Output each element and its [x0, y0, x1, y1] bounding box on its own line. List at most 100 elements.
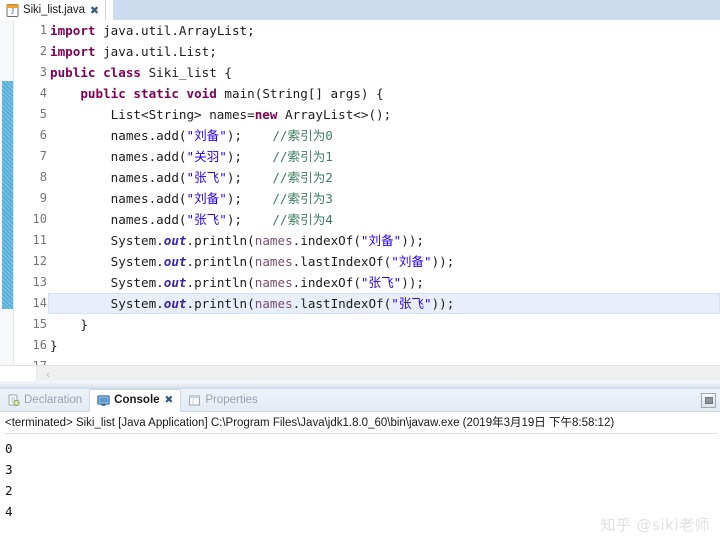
- code-token-str: "刘备": [186, 191, 227, 206]
- code-token-pln: Siki_list {: [141, 65, 232, 80]
- code-token-pln: ));: [401, 275, 425, 290]
- code-token-kw: new: [254, 107, 278, 122]
- code-token-pln: );: [226, 149, 273, 164]
- code-line[interactable]: System.out.println(names.lastIndexOf("张飞…: [48, 293, 720, 314]
- code-token-pln: ));: [401, 233, 425, 248]
- svg-text:J: J: [11, 7, 14, 16]
- declaration-icon: [7, 394, 20, 407]
- code-token-pln: System.: [50, 233, 164, 248]
- code-text-area[interactable]: import java.util.ArrayList; import java.u…: [48, 20, 720, 365]
- console-tabbar: Declaration Console ✖ Properties: [0, 388, 720, 412]
- code-token-pln: ));: [431, 296, 455, 311]
- console-tab-properties[interactable]: Properties: [181, 389, 264, 412]
- code-token-pln: names.add(: [50, 128, 187, 143]
- code-token-pln: }: [50, 317, 88, 332]
- console-tab-console[interactable]: Console ✖: [89, 388, 182, 412]
- console-terminated-header: <terminated> Siki_list [Java Application…: [5, 417, 615, 429]
- code-token-str: "张飞": [391, 296, 432, 311]
- line-number: 14: [32, 296, 47, 310]
- code-token-pln: names.add(: [50, 212, 187, 227]
- code-token-pln: [50, 86, 80, 101]
- code-line[interactable]: System.out.println(names.indexOf("刘备"));: [48, 230, 720, 251]
- line-number: 3: [39, 65, 47, 79]
- code-token-pln: .println(: [186, 296, 255, 311]
- console-output-lines: 0324: [5, 438, 714, 522]
- scrollbar-corner: [0, 366, 37, 382]
- code-token-pln: );: [226, 191, 273, 206]
- code-line[interactable]: import java.util.List;: [48, 41, 720, 62]
- code-token-pln: ));: [431, 254, 455, 269]
- code-line[interactable]: [48, 356, 720, 365]
- line-number: 2: [39, 44, 47, 58]
- code-line[interactable]: System.out.println(names.lastIndexOf("刘备…: [48, 251, 720, 272]
- code-token-str: "张飞": [186, 212, 227, 227]
- code-token-pln: names.add(: [50, 170, 187, 185]
- code-token-pln: );: [226, 170, 273, 185]
- properties-icon: [188, 394, 201, 407]
- console-icon: [97, 394, 110, 407]
- code-token-str: "张飞": [186, 170, 227, 185]
- code-token-str: "刘备": [186, 128, 227, 143]
- code-token-pln: System.: [50, 254, 164, 269]
- code-editor[interactable]: 1234567891011121314151617 import java.ut…: [0, 20, 720, 365]
- line-number: 7: [39, 149, 47, 163]
- console-header-divider: [5, 433, 717, 434]
- console-output-line: 2: [5, 483, 13, 498]
- eclipse-window: J Siki_list.java ✖ 1 2 3 4 5 6 7 8 9 10 11 12 13 14 15…: [0, 0, 720, 543]
- code-token-cmt: //索引为3: [272, 191, 333, 206]
- code-token-fld: names: [254, 233, 293, 248]
- code-line[interactable]: names.add("关羽"); //索引为1: [48, 146, 720, 167]
- scroll-left-arrow-icon[interactable]: ‹: [40, 366, 56, 382]
- line-number: 13: [32, 275, 47, 289]
- code-token-kw-it: out: [163, 296, 187, 311]
- terminate-stop-icon[interactable]: [701, 393, 716, 408]
- code-token-kw-it: out: [163, 233, 187, 248]
- code-token-pln: );: [226, 128, 273, 143]
- code-token-pln: .println(: [186, 233, 255, 248]
- code-token-pln: .lastIndexOf(: [292, 296, 392, 311]
- line-number: 10: [32, 212, 47, 226]
- line-number: 4: [15, 83, 59, 104]
- console-output-line: 0: [5, 441, 13, 456]
- code-line[interactable]: }: [48, 314, 720, 335]
- code-token-cmt: //索引为0: [272, 128, 333, 143]
- code-line[interactable]: names.add("张飞"); //索引为2: [48, 167, 720, 188]
- code-token-kw: import: [50, 23, 96, 38]
- line-number: 15: [32, 317, 47, 331]
- code-token-str: "张飞": [360, 275, 402, 290]
- code-line[interactable]: public class Siki_list {: [48, 62, 720, 83]
- code-token-str: "关羽": [186, 149, 227, 164]
- line-number: 16: [32, 338, 47, 352]
- console-tab-label: Declaration: [24, 394, 83, 406]
- editor-tab-close-icon[interactable]: ✖: [90, 5, 99, 16]
- code-line[interactable]: names.add("刘备"); //索引为3: [48, 188, 720, 209]
- editor-horizontal-scrollbar[interactable]: ‹: [0, 365, 720, 382]
- code-line[interactable]: }: [48, 335, 720, 356]
- code-line[interactable]: import java.util.ArrayList;: [48, 20, 720, 41]
- code-token-kw: public static void: [80, 86, 217, 101]
- code-line[interactable]: names.add("刘备"); //索引为0: [48, 125, 720, 146]
- editor-marker-bar[interactable]: [0, 20, 14, 365]
- code-line[interactable]: names.add("张飞"); //索引为4: [48, 209, 720, 230]
- code-line[interactable]: List<String> names=new ArrayList<>();: [48, 104, 720, 125]
- console-tab-declaration[interactable]: Declaration: [0, 389, 89, 412]
- code-line[interactable]: System.out.println(names.indexOf("张飞"));: [48, 272, 720, 293]
- panel-sash[interactable]: [0, 381, 720, 389]
- code-line[interactable]: public static void main(String[] args) {: [48, 83, 720, 104]
- code-token-pln: System.: [50, 275, 164, 290]
- code-token-pln: ArrayList<>();: [277, 107, 392, 122]
- console-toolbar: [701, 393, 716, 408]
- code-token-pln: }: [50, 338, 58, 353]
- line-number: 8: [39, 170, 47, 184]
- code-token-pln: .println(: [186, 275, 255, 290]
- code-token-fld: names: [254, 275, 293, 290]
- code-token-pln: main(String[] args) {: [216, 86, 384, 101]
- line-number: 1: [15, 20, 59, 41]
- editor-tab-siki-list[interactable]: J Siki_list.java ✖: [0, 0, 107, 20]
- console-tab-label: Console: [114, 394, 160, 406]
- occurrence-marker: [2, 81, 13, 309]
- code-token-str: "刘备": [360, 233, 402, 248]
- code-token-pln: names.add(: [50, 149, 187, 164]
- console-tab-close-icon[interactable]: ✖: [165, 394, 174, 406]
- code-token-cmt: //索引为4: [272, 212, 333, 227]
